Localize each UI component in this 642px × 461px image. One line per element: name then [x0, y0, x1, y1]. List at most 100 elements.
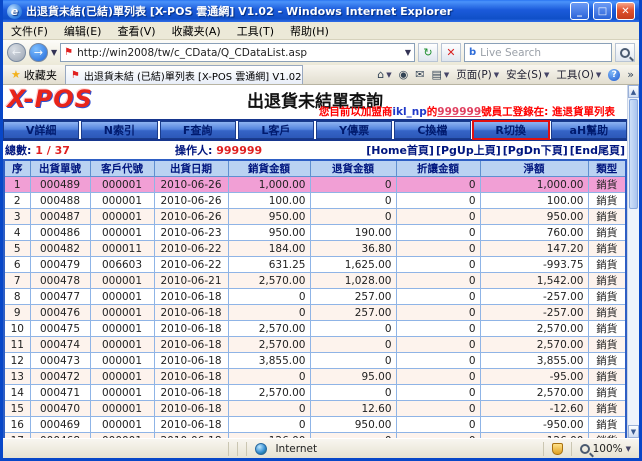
menu-item-4[interactable]: 工具(T): [237, 23, 274, 39]
table-cell: 銷貨: [588, 353, 626, 369]
table-cell: 銷貨: [588, 305, 626, 321]
table-cell: 950.00: [228, 225, 310, 241]
menu-item-1[interactable]: 编辑(E): [64, 23, 102, 39]
toolbar-button-4[interactable]: Y傳票: [316, 121, 392, 139]
table-row[interactable]: 10004890000012010-06-261,000.00001,000.0…: [4, 177, 626, 193]
pager-link-0[interactable]: [Home首頁]: [366, 142, 434, 158]
protected-mode-icon[interactable]: [552, 443, 563, 455]
table-row[interactable]: 130004720000012010-06-18095.000-95.00銷貨: [4, 369, 626, 385]
table-cell: 1,000.00: [480, 177, 588, 193]
table-cell: 銷貨: [588, 273, 626, 289]
vertical-scrollbar[interactable]: ▲ ▼: [627, 85, 639, 438]
close-button[interactable]: ✕: [616, 2, 635, 20]
table-row[interactable]: 150004700000012010-06-18012.600-12.60銷貨: [4, 401, 626, 417]
table-row[interactable]: 110004740000012010-06-182,570.00002,570.…: [4, 337, 626, 353]
login-message: 您目前以加盟商ikl_np的999999號員工登錄在: 進退貨單列表: [319, 104, 615, 119]
table-cell: 1,028.00: [310, 273, 396, 289]
menu-item-5[interactable]: 帮助(H): [290, 23, 329, 39]
help-icon[interactable]: ?: [608, 69, 620, 81]
tools-menu-button[interactable]: 工具(O) ▼: [556, 67, 601, 82]
scrollbar-thumb[interactable]: [629, 99, 638, 209]
table-cell: 2010-06-18: [154, 369, 228, 385]
toolbar-button-6[interactable]: R切換: [473, 121, 549, 139]
pager-link-1[interactable]: [PgUp上頁]: [436, 142, 501, 158]
table-cell: 銷貨: [588, 337, 626, 353]
table-cell: 0: [396, 337, 480, 353]
table-cell: 2,570.00: [480, 337, 588, 353]
table-row[interactable]: 30004870000012010-06-26950.0000950.00銷貨: [4, 209, 626, 225]
search-go-button[interactable]: [615, 43, 635, 62]
operator-value: 999999: [216, 144, 262, 157]
scroll-down-icon[interactable]: ▼: [628, 425, 639, 438]
url-field[interactable]: ⚑ http://win2008/tw/c_CData/Q_CDataList.…: [60, 43, 415, 62]
table-cell: 0: [396, 177, 480, 193]
tab-current[interactable]: ⚑ 出退貨未結 (已結)單列表 [X-POS 雲通網] V1.02: [65, 65, 303, 84]
page-menu-button[interactable]: 页面(P) ▼: [456, 67, 499, 82]
url-dropdown-icon[interactable]: ▼: [405, 48, 411, 57]
toolbar-button-5[interactable]: C換檔: [394, 121, 470, 139]
table-cell: 0: [396, 225, 480, 241]
table-row[interactable]: 40004860000012010-06-23950.00190.000760.…: [4, 225, 626, 241]
maximize-button[interactable]: □: [593, 2, 612, 20]
menu-item-0[interactable]: 文件(F): [11, 23, 48, 39]
minimize-button[interactable]: _: [570, 2, 589, 20]
menu-item-3[interactable]: 收藏夹(A): [172, 23, 221, 39]
login-employee[interactable]: 999999: [437, 106, 481, 118]
toolbar-button-3[interactable]: L客戶: [238, 121, 314, 139]
table-row[interactable]: 70004780000012010-06-212,570.001,028.000…: [4, 273, 626, 289]
table-cell: 000471: [30, 385, 90, 401]
table-cell: 0: [310, 353, 396, 369]
table-cell: 000477: [30, 289, 90, 305]
safety-menu-button[interactable]: 安全(S) ▼: [506, 67, 549, 82]
zoom-magnifier-icon: [580, 444, 590, 454]
table-row[interactable]: 80004770000012010-06-180257.000-257.00銷貨: [4, 289, 626, 305]
table-row[interactable]: 90004760000012010-06-180257.000-257.00銷貨: [4, 305, 626, 321]
login-prefix: 您目前以加盟商: [319, 106, 393, 118]
toolbar-button-0[interactable]: V詳細: [3, 121, 79, 139]
table-cell: 0: [396, 353, 480, 369]
back-button[interactable]: ←: [7, 43, 26, 62]
table-row[interactable]: 120004730000012010-06-183,855.00003,855.…: [4, 353, 626, 369]
table-row[interactable]: 50004820000112010-06-22184.0036.800147.2…: [4, 241, 626, 257]
zoom-control[interactable]: 100% ▼: [580, 443, 631, 455]
safety-menu-label: 安全(S): [506, 67, 542, 82]
table-row[interactable]: 160004690000012010-06-180950.000-950.00銷…: [4, 417, 626, 433]
forward-button[interactable]: →: [29, 43, 48, 62]
toolbar-button-2[interactable]: F查詢: [160, 121, 236, 139]
mail-icon[interactable]: ✉: [415, 68, 424, 81]
column-header: 客戶代號: [90, 160, 154, 177]
toolbar-button-1[interactable]: N索引: [81, 121, 157, 139]
stop-button[interactable]: ✕: [441, 43, 461, 62]
home-dropdown-icon[interactable]: ▼: [386, 71, 391, 79]
feed-icon[interactable]: ◉: [399, 68, 409, 81]
print-dropdown-icon[interactable]: ▼: [444, 71, 449, 79]
page-menu-label: 页面(P): [456, 67, 492, 82]
pager-link-2[interactable]: [PgDn下頁]: [503, 142, 568, 158]
favorites-button[interactable]: ★ 收藏夹: [6, 66, 62, 83]
url-text[interactable]: http://win2008/tw/c_CData/Q_CDataList.as…: [77, 47, 401, 59]
table-cell: 000001: [90, 401, 154, 417]
login-mid: 的: [427, 106, 438, 118]
zoom-dropdown-icon[interactable]: ▼: [626, 445, 631, 453]
magnifier-icon: [620, 48, 630, 58]
table-row[interactable]: 140004710000012010-06-182,570.00002,570.…: [4, 385, 626, 401]
menu-item-2[interactable]: 查看(V): [117, 23, 155, 39]
pager-link-3[interactable]: [End尾頁]: [570, 142, 625, 158]
history-dropdown-icon[interactable]: ▼: [51, 48, 57, 57]
print-button[interactable]: ▤ ▼: [431, 68, 449, 81]
table-row[interactable]: 20004880000012010-06-26100.0000100.00銷貨: [4, 193, 626, 209]
page-favicon: ⚑: [64, 47, 73, 58]
table-row[interactable]: 100004750000012010-06-182,570.00002,570.…: [4, 321, 626, 337]
table-cell: 000478: [30, 273, 90, 289]
table-cell: 2,570.00: [228, 385, 310, 401]
table-cell: 2010-06-21: [154, 273, 228, 289]
home-button[interactable]: ⌂ ▼: [377, 68, 391, 81]
refresh-button[interactable]: ↻: [418, 43, 438, 62]
table-cell: 2010-06-18: [154, 401, 228, 417]
toolbar-button-7[interactable]: aH幫助: [551, 121, 627, 139]
table-row[interactable]: 60004790066032010-06-22631.251,625.000-9…: [4, 257, 626, 273]
scroll-up-icon[interactable]: ▲: [628, 85, 639, 98]
table-cell: 12.60: [310, 401, 396, 417]
overflow-chevron-icon[interactable]: »: [627, 68, 634, 81]
search-input[interactable]: b Live Search: [464, 43, 612, 62]
